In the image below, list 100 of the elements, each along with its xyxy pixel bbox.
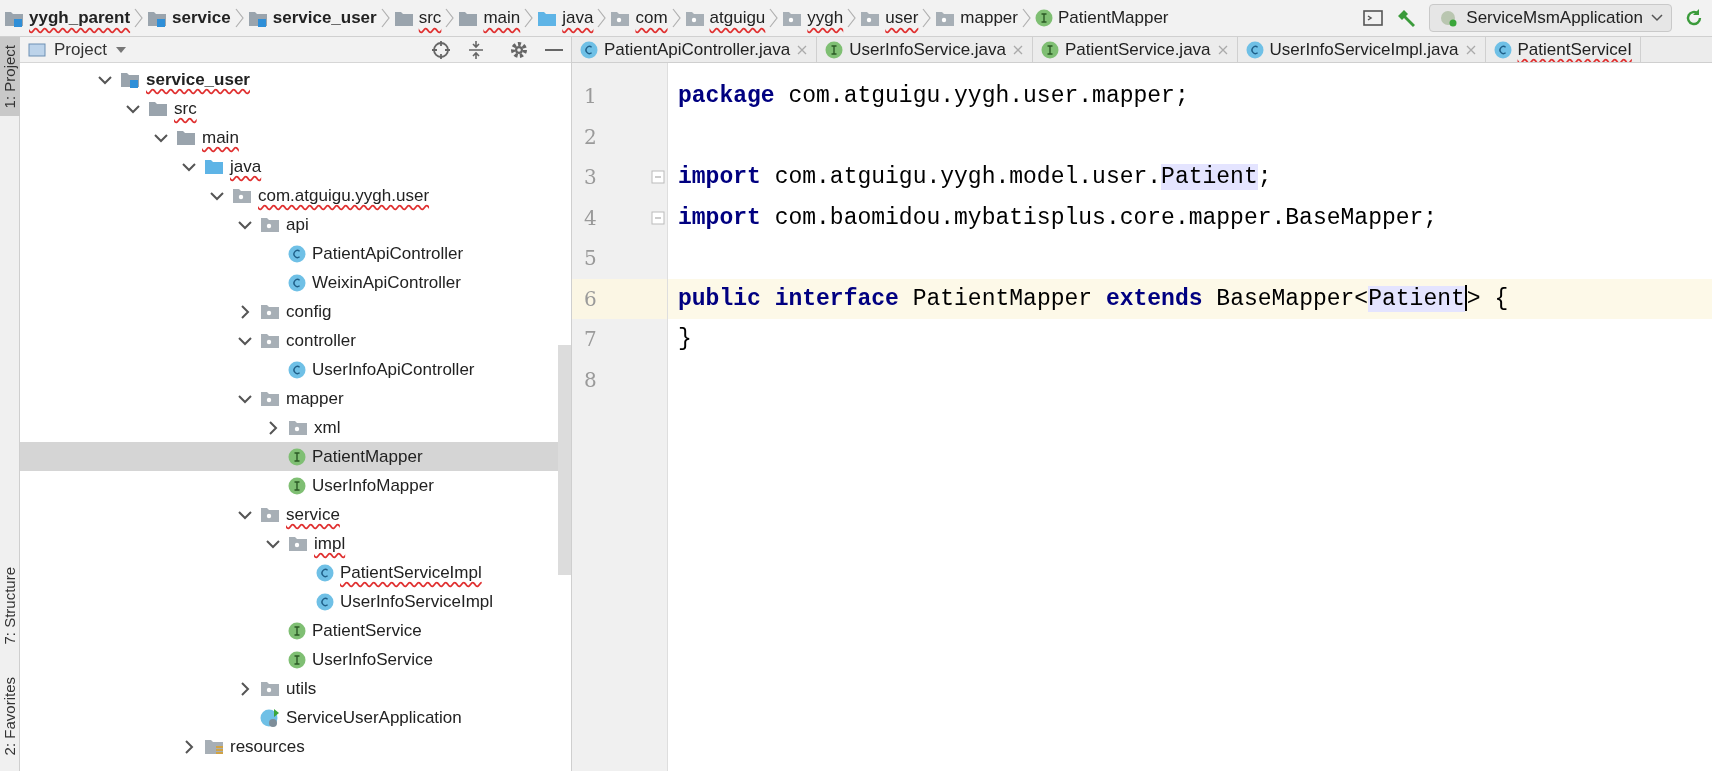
monitor-icon[interactable] bbox=[1363, 9, 1384, 27]
package-folder-icon bbox=[288, 534, 308, 553]
breadcrumb-item[interactable]: yygh bbox=[807, 5, 844, 31]
tree-item[interactable]: PatientApiController bbox=[20, 239, 558, 268]
breadcrumb-item[interactable]: com bbox=[635, 5, 668, 31]
tree-item[interactable]: service bbox=[20, 500, 558, 529]
breadcrumb-item[interactable]: atguigu bbox=[709, 5, 766, 31]
tree-item[interactable]: UserInfoService bbox=[20, 645, 558, 674]
line-number: 3 bbox=[584, 164, 597, 192]
separator-icon bbox=[846, 7, 858, 29]
folder-icon bbox=[204, 157, 224, 176]
package-folder-icon bbox=[260, 505, 280, 524]
separator-icon bbox=[379, 7, 391, 29]
interface-icon bbox=[1041, 40, 1059, 59]
folder-icon bbox=[176, 128, 196, 147]
code-line: import com.baomidou.mybatisplus.core.mapper.BaseMapper; bbox=[678, 203, 1438, 233]
tree-item[interactable]: UserInfoMapper bbox=[20, 471, 558, 500]
tree-item[interactable]: com.atguigu.yygh.user bbox=[20, 181, 558, 210]
class-icon bbox=[288, 273, 306, 292]
separator-icon bbox=[523, 7, 535, 29]
tree-item[interactable]: PatientService bbox=[20, 616, 558, 645]
code-line: package com.atguigu.yygh.user.mapper; bbox=[678, 82, 1189, 111]
breadcrumb-item[interactable]: java bbox=[562, 5, 594, 31]
tool-window-button[interactable]: 2: Favorites bbox=[0, 668, 20, 763]
line-number: 1 bbox=[584, 83, 597, 111]
resources-folder-icon bbox=[204, 737, 224, 756]
tree-item[interactable]: controller bbox=[20, 326, 558, 355]
tree-item[interactable]: resources bbox=[20, 732, 558, 761]
run-configuration-dropdown[interactable]: ServiceMsmApplication bbox=[1429, 4, 1672, 32]
tree-item[interactable]: UserInfoServiceImpl bbox=[20, 587, 558, 616]
breadcrumb-item[interactable]: service_user bbox=[272, 5, 377, 31]
breadcrumb-item[interactable]: src bbox=[418, 5, 442, 31]
code-line: import com.atguigu.yygh.model.user.Patient; bbox=[678, 163, 1272, 192]
tree-item[interactable]: WeixinApiController bbox=[20, 268, 558, 297]
line-number: 6 bbox=[584, 285, 597, 313]
tree-item[interactable]: config bbox=[20, 297, 558, 326]
code-line: } bbox=[678, 325, 692, 354]
separator-icon bbox=[133, 7, 145, 29]
breadcrumb-item[interactable]: mapper bbox=[960, 5, 1018, 31]
window-icon bbox=[28, 41, 46, 58]
tree-item[interactable]: main bbox=[20, 123, 558, 152]
interface-icon bbox=[288, 476, 306, 495]
tree-item[interactable]: ServiceUserApplication bbox=[20, 703, 558, 732]
panel-title[interactable]: Project bbox=[54, 36, 107, 63]
collapse-icon[interactable] bbox=[467, 39, 485, 60]
interface-icon bbox=[288, 650, 306, 669]
line-number: 7 bbox=[584, 326, 597, 354]
tool-window-button[interactable]: 1: Project bbox=[0, 37, 20, 117]
module-folder-icon bbox=[120, 70, 140, 89]
separator-icon bbox=[233, 7, 245, 29]
tree-item[interactable]: utils bbox=[20, 674, 558, 703]
package-folder-icon bbox=[288, 418, 308, 437]
tree-item[interactable]: PatientServiceImpl bbox=[20, 558, 558, 587]
application-icon bbox=[1438, 8, 1459, 28]
chevron-down-icon bbox=[1651, 14, 1663, 22]
tree-item[interactable]: api bbox=[20, 210, 558, 239]
separator-icon bbox=[1020, 7, 1032, 29]
breadcrumb-item[interactable]: yygh_parent bbox=[29, 5, 131, 31]
tree-item[interactable]: impl bbox=[20, 529, 558, 558]
interface-icon bbox=[288, 447, 306, 466]
breadcrumb-item[interactable]: main bbox=[483, 5, 521, 31]
folder-icon bbox=[148, 99, 168, 118]
interface-icon bbox=[288, 621, 306, 640]
tree-item[interactable]: src bbox=[20, 94, 558, 123]
class-icon bbox=[580, 40, 598, 59]
line-number: 5 bbox=[584, 245, 597, 273]
scrollbar[interactable] bbox=[558, 345, 571, 575]
settings-icon[interactable] bbox=[509, 39, 529, 60]
tree-item[interactable]: PatientMapper bbox=[20, 442, 558, 471]
tool-window-button[interactable]: 7: Structure bbox=[0, 559, 20, 653]
tree-item[interactable]: mapper bbox=[20, 384, 558, 413]
separator-icon bbox=[670, 7, 682, 29]
line-number: 2 bbox=[584, 123, 597, 151]
line-number: 4 bbox=[584, 204, 597, 232]
locate-icon[interactable] bbox=[431, 39, 451, 60]
line-number: 8 bbox=[584, 366, 597, 394]
package-folder-icon bbox=[260, 679, 280, 698]
tree-item[interactable]: xml bbox=[20, 413, 558, 442]
breadcrumb-item[interactable]: service bbox=[172, 5, 231, 31]
separator-icon bbox=[768, 7, 780, 29]
tree-item[interactable]: service_user bbox=[20, 65, 558, 94]
interface-icon bbox=[1034, 9, 1053, 27]
package-folder-icon bbox=[260, 215, 280, 234]
interface-icon bbox=[825, 40, 844, 59]
breadcrumb-item[interactable]: user bbox=[885, 5, 919, 31]
tree-item[interactable]: UserInfoApiController bbox=[20, 355, 558, 384]
class-icon bbox=[288, 360, 306, 379]
separator-icon bbox=[921, 7, 933, 29]
tree-item[interactable]: java bbox=[20, 152, 558, 181]
caret-icon[interactable] bbox=[114, 45, 127, 54]
breadcrumb-item[interactable]: PatientMapper bbox=[1057, 5, 1169, 31]
rerun-icon[interactable] bbox=[1684, 8, 1704, 28]
separator-icon bbox=[444, 7, 456, 29]
package-folder-icon bbox=[260, 302, 280, 321]
class-icon bbox=[1245, 40, 1264, 59]
class-icon bbox=[288, 244, 306, 263]
package-folder-icon bbox=[260, 389, 280, 408]
separator-icon bbox=[596, 7, 608, 29]
code-line: public interface PatientMapper extends BaseMapper<Patient> { bbox=[678, 284, 1509, 314]
class-icon bbox=[316, 592, 334, 611]
